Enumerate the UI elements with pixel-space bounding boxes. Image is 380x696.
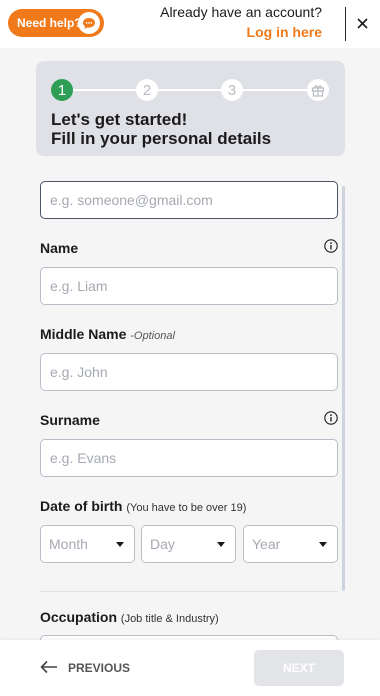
surname-label-text: Surname: [40, 412, 100, 428]
occupation-label: Occupation (Job title & Industry): [40, 609, 219, 625]
account-prompt: Already have an account?: [160, 4, 322, 20]
need-help-button[interactable]: Need help?: [8, 9, 104, 37]
month-select[interactable]: Month: [40, 525, 135, 563]
page-subtitle: Fill in your personal details: [51, 129, 272, 148]
email-field[interactable]: [40, 181, 338, 219]
arrow-left-icon: [40, 660, 58, 677]
chevron-down-icon: [319, 542, 327, 547]
step-3: 3: [221, 79, 243, 101]
chevron-down-icon: [116, 542, 124, 547]
gift-icon: [307, 79, 329, 101]
day-select[interactable]: Day: [141, 525, 236, 563]
year-placeholder: Year: [252, 536, 281, 552]
year-select[interactable]: Year: [243, 525, 338, 563]
progress-track: [62, 89, 320, 91]
page-title: Let's get started!: [51, 110, 188, 129]
chat-bubble-icon: [78, 12, 100, 34]
header-divider: [345, 7, 346, 41]
month-placeholder: Month: [49, 536, 88, 552]
chevron-down-icon: [217, 542, 225, 547]
dob-label-text: Date of birth: [40, 498, 123, 514]
occupation-label-text: Occupation: [40, 609, 118, 625]
info-icon[interactable]: [324, 239, 338, 253]
previous-button[interactable]: PREVIOUS: [40, 658, 130, 678]
top-bar: Need help? Already have an account? Log …: [0, 0, 380, 48]
info-icon[interactable]: [324, 411, 338, 425]
surname-label: Surname: [40, 412, 100, 428]
name-label: Name: [40, 240, 78, 256]
previous-label: PREVIOUS: [68, 661, 131, 675]
dob-label: Date of birth (You have to be over 19): [40, 498, 246, 514]
occupation-note: (Job title & Industry): [120, 613, 219, 625]
section-divider: [40, 591, 338, 592]
step-2: 2: [136, 79, 158, 101]
name-label-text: Name: [40, 240, 79, 256]
progress-card: 1 2 3 Let's get started! Fill in your pe…: [36, 61, 345, 156]
optional-tag: -Optional: [130, 330, 175, 342]
close-icon[interactable]: [352, 12, 372, 34]
surname-field[interactable]: [40, 439, 338, 477]
next-button[interactable]: NEXT: [254, 650, 344, 686]
login-link[interactable]: Log in here: [247, 24, 322, 40]
middle-name-label: Middle Name -Optional: [40, 326, 175, 342]
footer-bar: PREVIOUS NEXT: [0, 640, 380, 696]
day-placeholder: Day: [150, 536, 175, 552]
scrollbar[interactable]: [342, 186, 345, 591]
need-help-label: Need help?: [17, 16, 82, 30]
dob-note: (You have to be over 19): [126, 502, 247, 514]
middle-name-field[interactable]: [40, 353, 338, 391]
step-1: 1: [51, 79, 73, 101]
name-field[interactable]: [40, 267, 338, 305]
middle-name-label-text: Middle Name: [40, 326, 127, 342]
